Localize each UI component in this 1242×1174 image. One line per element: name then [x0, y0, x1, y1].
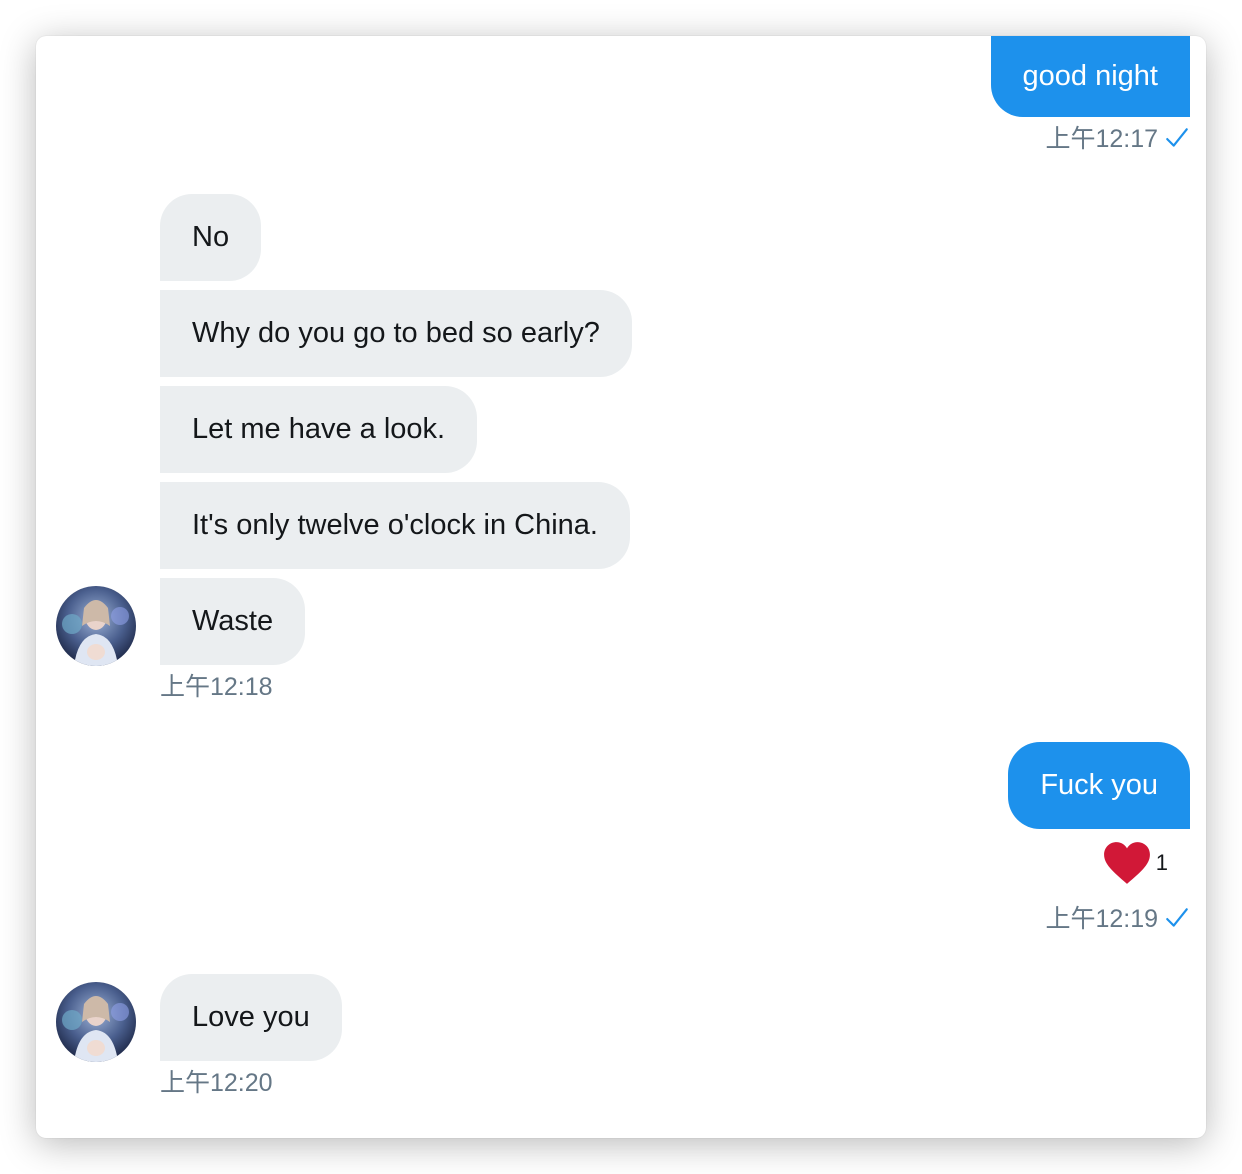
avatar[interactable] — [56, 586, 136, 666]
message-bubble-incoming[interactable]: Let me have a look. — [160, 386, 478, 473]
avatar[interactable] — [56, 982, 136, 1062]
heart-icon — [1103, 842, 1150, 884]
message-timestamp: 上午12:20 — [160, 1069, 273, 1097]
checkmark-icon — [1166, 128, 1188, 147]
chat-window: good night 上午12:17 No Why do you go to b… — [36, 36, 1206, 1138]
message-bubble-incoming[interactable]: No — [160, 194, 262, 281]
message-bubble-outgoing[interactable]: Fuck you — [1008, 742, 1190, 829]
reaction-count: 1 — [1155, 850, 1168, 875]
message-bubble-incoming[interactable]: Waste — [160, 578, 306, 665]
reaction[interactable]: 1 — [1102, 840, 1168, 886]
timestamp-text: 上午12:19 — [1045, 905, 1158, 933]
timestamp-text: 上午12:17 — [1045, 125, 1158, 153]
message-timestamp: 上午12:19 — [1045, 904, 1190, 934]
message-timestamp: 上午12:18 — [160, 673, 273, 701]
message-bubble-outgoing[interactable]: good night — [990, 36, 1190, 117]
message-bubble-incoming[interactable]: It's only twelve o'clock in China. — [160, 482, 630, 569]
message-bubble-incoming[interactable]: Love you — [160, 974, 342, 1061]
message-timestamp: 上午12:17 — [1045, 124, 1190, 154]
message-bubble-incoming[interactable]: Why do you go to bed so early? — [160, 290, 632, 377]
checkmark-icon — [1166, 908, 1188, 927]
